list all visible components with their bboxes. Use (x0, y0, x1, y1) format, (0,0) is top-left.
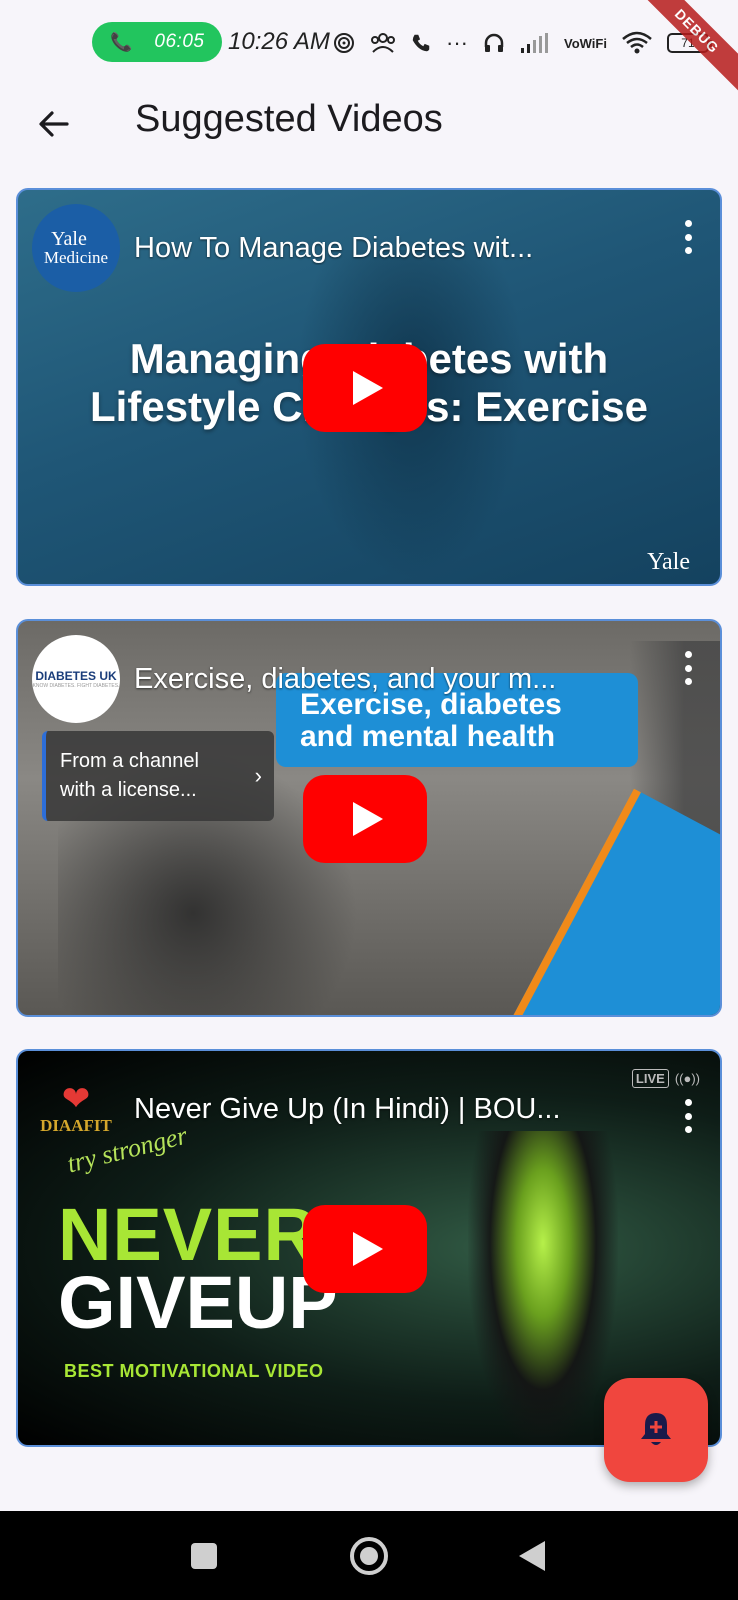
status-clock: 10:26 AM (228, 28, 330, 55)
broadcast-icon: ((●)) (674, 1071, 700, 1086)
more-options-button[interactable] (678, 220, 698, 254)
more-options-button[interactable] (678, 1099, 698, 1133)
page-title: Suggested Videos (135, 98, 443, 140)
status-bar: 📞 06:05 10:26 AM ··· Vo WiFi 71 DEBUG (0, 0, 738, 101)
video-title[interactable]: Exercise, diabetes, and your m... (134, 663, 604, 696)
channel-avatar[interactable]: DIABETES UK KNOW DIABETES. FIGHT DIABETE… (32, 635, 120, 723)
hotspot-icon (332, 31, 356, 55)
license-info-chip[interactable]: From a channel with a license... › (42, 731, 274, 821)
video-card[interactable]: Yale Medicine How To Manage Diabetes wit… (16, 188, 722, 586)
signal-icon (520, 32, 550, 54)
back-button[interactable] (30, 100, 78, 148)
home-button[interactable] (350, 1537, 388, 1575)
call-icon (410, 32, 432, 54)
more-vertical-icon (684, 651, 692, 658)
system-back-button[interactable] (519, 1541, 545, 1571)
chevron-right-icon: › (254, 763, 262, 788)
call-duration: 06:05 (154, 31, 205, 52)
more-options-button[interactable] (678, 651, 698, 685)
thumbnail-headline-2: GIVEUP (58, 1261, 338, 1344)
notification-add-icon (641, 1413, 671, 1445)
play-icon (353, 371, 383, 405)
yale-watermark: Yale (647, 549, 690, 575)
thumbnail-swoosh (511, 788, 720, 1015)
phone-icon: 📞 (110, 31, 133, 52)
video-card[interactable]: Exercise, diabetes and mental health DIA… (16, 619, 722, 1017)
arrow-left-icon (39, 111, 69, 137)
live-badge: LIVE ((●)) (631, 1069, 700, 1088)
system-nav-bar (0, 1511, 738, 1600)
group-icon (370, 32, 396, 54)
channel-avatar[interactable]: Yale Medicine (32, 204, 120, 292)
play-icon (353, 1232, 383, 1266)
more-horizontal-icon: ··· (446, 30, 468, 55)
notification-add-button[interactable] (604, 1378, 708, 1482)
headphones-icon (482, 31, 506, 55)
ongoing-call-pill[interactable]: 📞 06:05 (92, 22, 222, 62)
more-vertical-icon (684, 1099, 692, 1106)
recent-apps-button[interactable] (191, 1543, 217, 1569)
vowifi-icon: Vo WiFi (563, 35, 607, 51)
thumbnail-subheadline: BEST MOTIVATIONAL VIDEO (64, 1361, 324, 1381)
thumbnail-athlete (468, 1131, 618, 1445)
heart-icon: ❤ (61, 1080, 91, 1118)
more-vertical-icon (684, 220, 692, 227)
video-title[interactable]: How To Manage Diabetes wit... (134, 232, 604, 265)
play-button[interactable] (303, 775, 427, 863)
play-button[interactable] (303, 1205, 427, 1293)
video-header: DIABETES UK KNOW DIABETES. FIGHT DIABETE… (32, 633, 704, 725)
status-icons: ··· Vo WiFi 71 (332, 28, 712, 58)
video-title[interactable]: Never Give Up (In Hindi) | BOU... (134, 1093, 604, 1126)
wifi-icon (621, 31, 653, 55)
home-icon (360, 1547, 378, 1565)
video-header: Yale Medicine How To Manage Diabetes wit… (32, 202, 704, 294)
play-icon (353, 802, 383, 836)
app-bar: Suggested Videos (0, 80, 738, 180)
play-button[interactable] (303, 344, 427, 432)
